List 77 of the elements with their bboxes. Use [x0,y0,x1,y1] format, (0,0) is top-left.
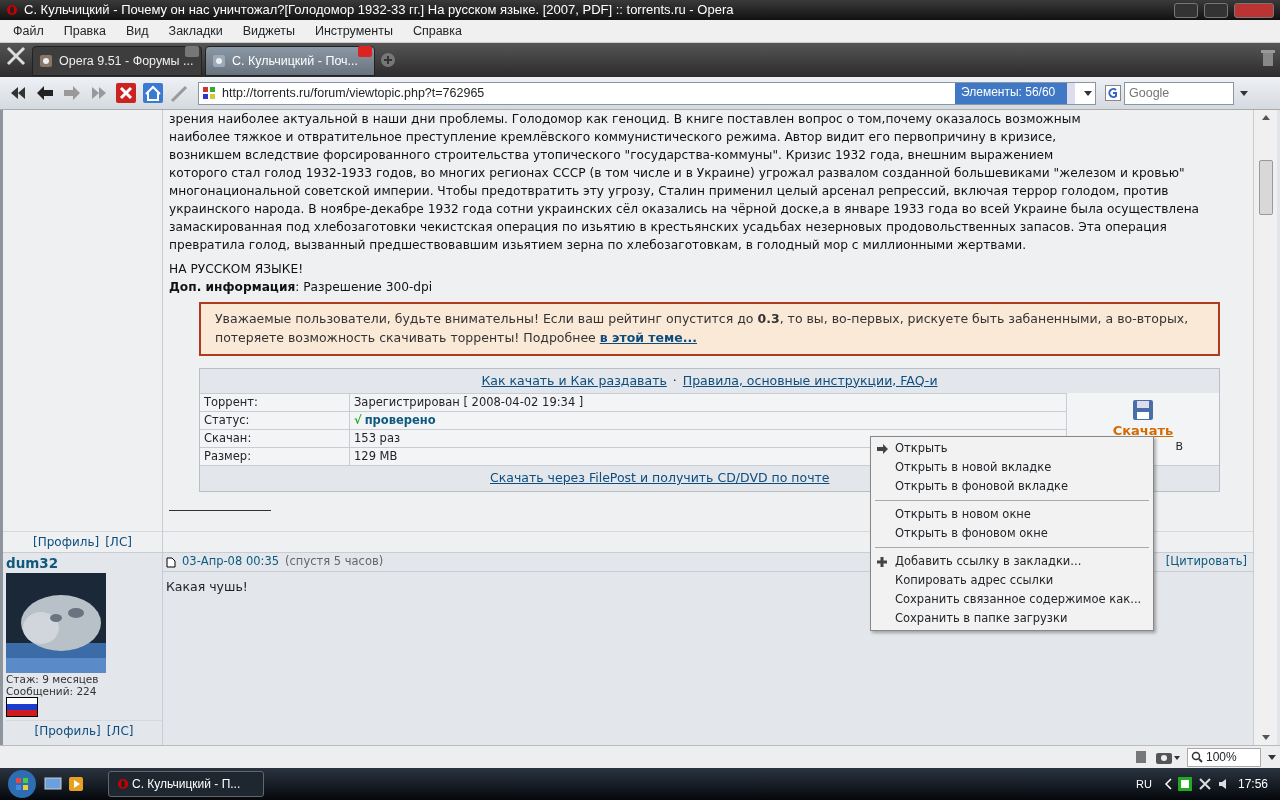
close-button[interactable] [1234,2,1274,18]
field-value: 153 раз [353,430,401,448]
status-value: проверено [364,412,436,430]
browser-tab[interactable]: Opera 9.51 - Форумы ... [32,46,202,76]
maximize-button[interactable] [1204,2,1228,18]
search-field[interactable]: Google [1124,81,1234,105]
tray-app-icon[interactable] [1177,777,1192,791]
home-icon[interactable] [141,81,165,105]
site-icon [202,86,216,100]
scrollbar-thumb[interactable] [1258,160,1273,215]
profile-link[interactable]: [Профиль] [33,533,100,551]
reply-text: Какая чушь! [166,579,248,594]
minimize-button[interactable] [1174,2,1198,18]
menu-item[interactable]: Закладки [158,21,233,41]
profile-link[interactable]: [ЛС] [105,533,132,551]
menu-item[interactable]: Справка [402,21,472,41]
clock: 17:56 [1237,776,1268,793]
menu-item[interactable]: Сохранить в папке загрузки [871,609,1153,628]
arrow-icon [877,443,889,454]
plus-icon [877,556,887,567]
profile-link[interactable]: [Профиль] [34,722,101,741]
field-value: Зарегистрирован [ 2008-04-02 19:34 ] [353,394,584,412]
post-time-ago: (спустя 5 часов) [285,553,384,571]
menu-item[interactable]: Открыть в новой вкладке [871,458,1153,477]
user-stat: Стаж: 9 месяцев [6,673,100,686]
desktop-icon[interactable] [44,777,62,791]
address-field[interactable]: http://torrents.ru/forum/viewtopic.php?t=762965 Элементы: 56/60 [198,81,1096,105]
media-player-icon[interactable] [68,776,84,792]
progress-text: Элементы: 56/60 [960,84,1056,99]
flag-icon [6,697,38,718]
post-date[interactable]: 03-Апр-08 00:35 [182,553,280,571]
language-note: НА РУССКОМ ЯЗЫКЕ! [168,261,305,278]
field-value: 129 MB [353,448,398,466]
help-link[interactable]: Правила, основные инструкции, FAQ-и [682,371,938,391]
check-mark: √ [354,412,362,430]
topic-link[interactable]: в этой теме... [599,329,698,345]
quote-link[interactable]: [Цитировать] [1165,553,1247,571]
warning-text: Уважаемые пользователи, будьте внимательны! Если ваш рейтинг опустится до 0.3, то вы, во-первых, рискуете быть забаненными, а во-вторых, потеряете возможность скачивать торренты! Подробнее в этой теме... [199,302,1220,356]
search-icon [1191,751,1203,763]
panel-icon[interactable] [1133,749,1149,765]
start-button[interactable] [6,768,38,800]
username[interactable]: dum32 [6,553,162,574]
menu-item[interactable]: Открыть [871,439,1153,458]
stop-icon[interactable] [114,81,138,105]
zoom-control[interactable]: 100% [1187,747,1261,767]
google-icon [1105,85,1121,101]
profile-link[interactable]: [ЛС] [106,722,134,741]
post-icon [166,556,176,568]
menu-item[interactable]: Копировать адрес ссылки [871,571,1153,590]
menu-item[interactable]: Вид [115,21,159,41]
page-icon [212,54,226,68]
page-icon [39,54,53,68]
scrollbar[interactable] [1253,110,1277,745]
language-indicator[interactable]: RU [1136,775,1152,793]
chevron-icon[interactable] [1163,778,1172,790]
menu-item[interactable]: Сохранить связанное содержимое как... [871,590,1153,609]
taskbar-button[interactable]: С. Кульчицкий - П... [108,771,264,797]
menu-item[interactable]: Виджеты [232,21,305,41]
field-label: Размер: [200,448,350,466]
browser-tab[interactable]: С. Кульчицкий - Поч... [205,46,375,76]
opera-logo-icon [117,778,129,790]
opera-logo-icon [6,4,18,16]
user-stat: Сообщений: 224 [6,685,98,698]
help-link[interactable]: Как качать и Как раздавать [481,371,667,391]
menu-item[interactable]: Файл [3,21,54,41]
menu-item[interactable]: Открыть в фоновой вкладке [871,477,1153,496]
extra-info: Доп. информация: Разрешение 300-dpi [168,279,434,296]
post-text: зрения наиболее актуальной в наши дни проблемы. Голодомор как геноцид. В книге поставлен вопрос о том,почему оказалось возможным наиболее тяжкое и отвратительное преступление кремлёвского коммунистического режима. Автор видит его первопричину в кризисе, возникшем вследствие форсированного строительства утопического "государства-коммуны". Кризис 1932 года, внешним выражением которого стал голод 1932-1933 годов, во многих регионах СССР (в том числе и в Украине) угрожал развалом созданной большевиками "железом и кровью" многонациональной советской империи. Чтобы предотвратить эту угрозу, Сталин применил целый арсенал репрессий, включая террор голодом, против украинского народа. В ноябре-декабре 1932 года сотни украинских сёл оказались на чёрной доске,а в январе 1933 года во всей Украине была осуществлена замаскированная под хлебозаготовки чекистская операция по изьятию в крестьянских усадьбах незерновых продовольственных запасов. Эта операция превратила голод, вызванный предшествовавшим изьятием зерна по хлебозаготовкам, в голодный мор с миллионными жертвами. [168,111,1201,254]
menu-item[interactable]: Открыть в новом окне [871,505,1153,524]
menu-item[interactable]: Добавить ссылку в закладки... [871,552,1153,571]
menu-item[interactable]: Открыть в фоновом окне [871,524,1153,543]
window-title: С. Кульчицкий - Почему он нас уничтожал?[Голодомор 1932-33 гг.] На русском языке. [2007, PDF] :: torrents.ru - Opera [24,1,735,20]
file-size: B [1175,440,1183,452]
menu-item[interactable]: Инструменты [304,21,403,41]
separator-dot: · [672,371,677,390]
menu-item[interactable]: Правка [53,21,116,41]
filepost-link[interactable]: Скачать через FilePost и получить CD/DVD по почте [490,469,830,488]
